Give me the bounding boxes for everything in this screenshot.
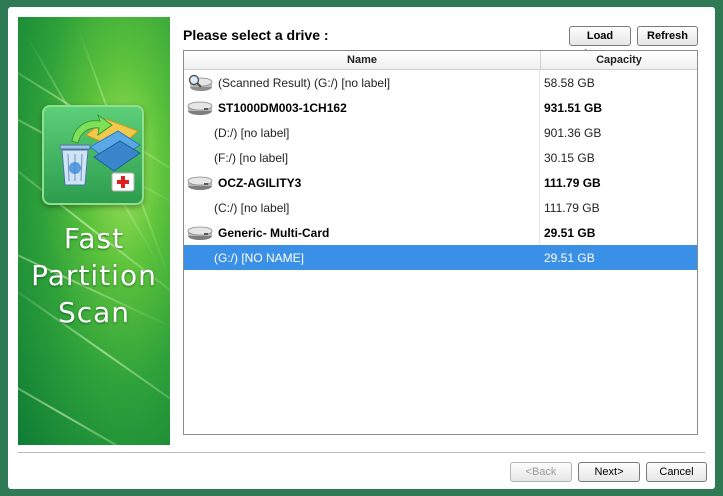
drive-row-capacity: 111.79 GB xyxy=(544,175,601,190)
drive-row-capacity: 111.79 GB xyxy=(544,200,600,215)
drive-list[interactable]: Name Capacity (Scanned Result) (G:/) [no… xyxy=(183,50,698,435)
refresh-button[interactable]: Refresh xyxy=(637,26,698,46)
drive-row[interactable]: ST1000DM003-1CH162 931.51 GB xyxy=(184,95,697,120)
drive-row-name: (G:/) [NO NAME] xyxy=(214,250,304,265)
hard-drive-icon xyxy=(186,174,214,192)
banner-title-line-3: Scan xyxy=(57,296,131,329)
hard-drive-icon xyxy=(186,224,214,242)
column-header-name[interactable]: Name xyxy=(184,51,541,69)
drive-row-name: OCZ-AGILITY3 xyxy=(218,175,302,190)
drive-row-capacity: 931.51 GB xyxy=(544,100,603,115)
drive-row-capacity: 58.58 GB xyxy=(544,75,595,90)
drive-row-name: (D:/) [no label] xyxy=(214,125,290,140)
drive-row-name: (F:/) [no label] xyxy=(214,150,289,165)
drive-row[interactable]: (C:/) [no label] 111.79 GB xyxy=(184,195,697,220)
wizard-window: Fast Partition Scan Please select a driv… xyxy=(8,7,715,489)
scan-magnifier-icon xyxy=(186,74,214,92)
column-header-capacity[interactable]: Capacity xyxy=(541,51,697,69)
banner-title-line-1: Fast xyxy=(63,222,125,255)
back-button[interactable]: <Back xyxy=(510,462,572,482)
drive-row-name: (C:/) [no label] xyxy=(214,200,290,215)
drive-row-capacity: 29.51 GB xyxy=(544,250,595,265)
drive-row-name: (Scanned Result) (G:/) [no label] xyxy=(218,75,391,90)
footer-divider xyxy=(18,452,705,453)
drive-row[interactable]: (Scanned Result) (G:/) [no label] 58.58 … xyxy=(184,70,697,95)
drive-row-selected[interactable]: (G:/) [NO NAME] 29.51 GB xyxy=(184,245,697,270)
drive-row[interactable]: (D:/) [no label] 901.36 GB xyxy=(184,120,697,145)
cancel-button[interactable]: Cancel xyxy=(646,462,707,482)
side-banner: Fast Partition Scan xyxy=(18,17,170,445)
next-button[interactable]: Next> xyxy=(578,462,640,482)
drive-row-capacity: 901.36 GB xyxy=(544,125,602,140)
banner-title-line-2: Partition xyxy=(31,259,157,292)
drive-row-capacity: 29.51 GB xyxy=(544,225,596,240)
drive-row-name: ST1000DM003-1CH162 xyxy=(218,100,347,115)
drive-row[interactable]: (F:/) [no label] 30.15 GB xyxy=(184,145,697,170)
load-image-button[interactable]: Load Image xyxy=(569,26,631,60)
recycle-bin-recovery-icon xyxy=(42,105,144,205)
drive-row[interactable]: OCZ-AGILITY3 111.79 GB xyxy=(184,170,697,195)
drive-row-capacity: 30.15 GB xyxy=(544,150,595,165)
hard-drive-icon xyxy=(186,99,214,117)
drive-row[interactable]: Generic- Multi-Card 29.51 GB xyxy=(184,220,697,245)
list-header: Name Capacity xyxy=(184,51,697,70)
drive-row-name: Generic- Multi-Card xyxy=(218,225,330,240)
page-title: Please select a drive : xyxy=(183,27,329,43)
